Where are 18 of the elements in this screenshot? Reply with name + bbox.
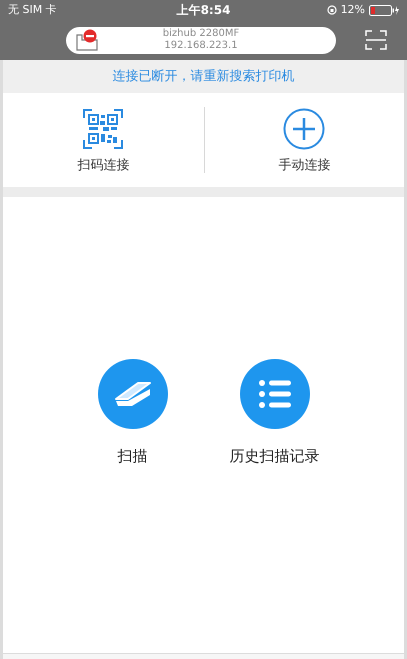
printer-address: 192.168.223.1 [164, 40, 238, 52]
qr-code-icon [83, 109, 124, 150]
printer-selector[interactable]: bizhub 2280MF 192.168.223.1 [66, 26, 336, 54]
list-icon[interactable] [240, 359, 310, 429]
action-label[interactable]: 历史扫描记录 [230, 445, 320, 468]
battery-text: 12% [340, 2, 366, 18]
battery-icon [369, 4, 400, 16]
scanner-icon[interactable] [98, 359, 168, 429]
connect-option[interactable]: 手动连接 [204, 104, 404, 176]
plus-circle-icon [283, 108, 326, 150]
carrier-text: 无 SIM 卡 [8, 2, 58, 18]
action-label[interactable]: 扫描 [118, 445, 148, 468]
connect-option[interactable]: 扫码连接 [3, 104, 204, 176]
disconnected-banner: 连接已断开，请重新搜索打印机 [3, 60, 404, 93]
rotation-lock-icon [326, 5, 337, 15]
time-text: 上午8:54 [176, 2, 230, 19]
printer-name: bizhub 2280MF [162, 28, 240, 40]
scan-frame-icon[interactable] [365, 30, 387, 50]
